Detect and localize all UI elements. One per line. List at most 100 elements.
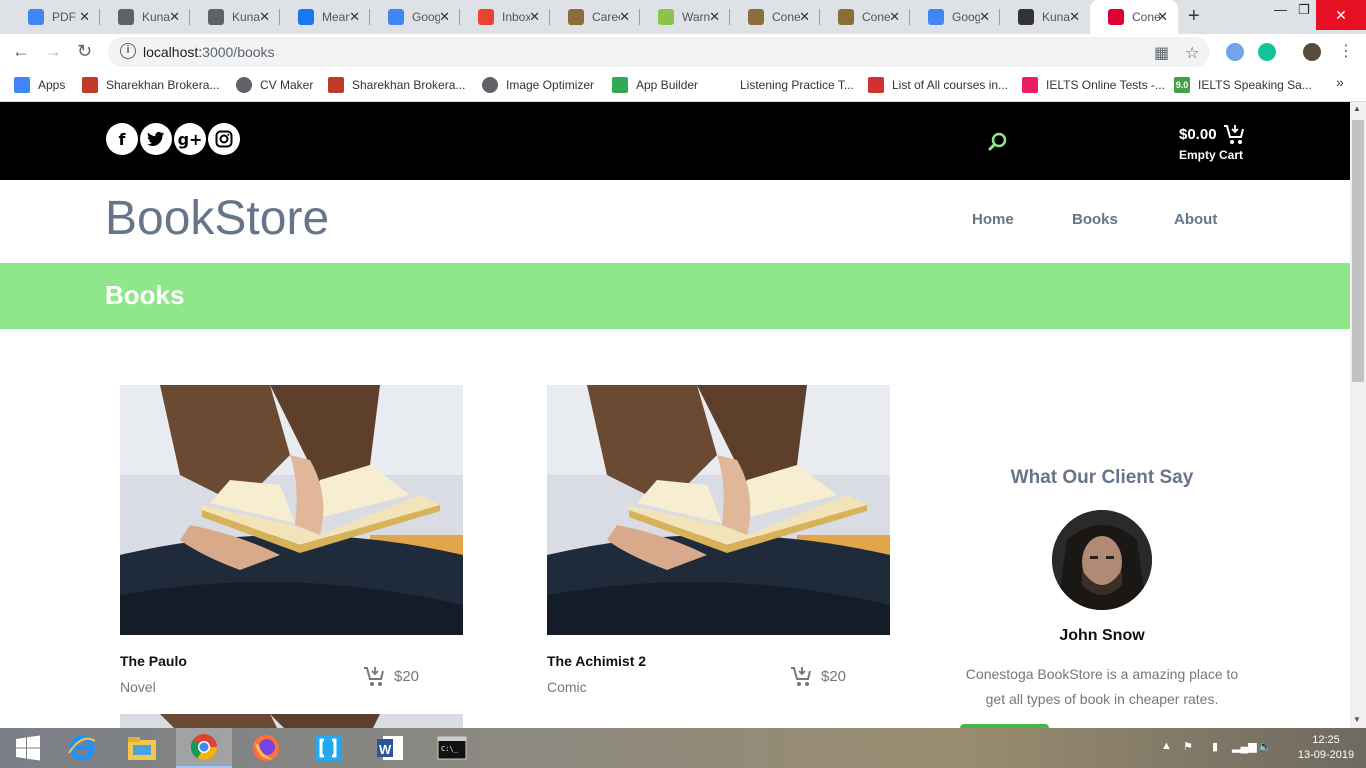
bookmark-item[interactable]: Listening Practice T... [716,77,854,93]
tab-close-icon[interactable]: ✕ [889,9,900,25]
profile-avatar[interactable] [1303,43,1321,61]
book-image[interactable] [547,385,890,635]
menu-dots-icon[interactable]: ⋮ [1338,41,1354,61]
bookmark-item[interactable]: App Builder [612,77,698,93]
twitter-icon[interactable] [140,123,172,155]
action-flag-icon[interactable]: ⚑ [1183,740,1193,753]
tab-close-icon[interactable]: ✕ [169,9,180,25]
cart-total: $0.00 [1179,126,1217,143]
back-icon[interactable]: ← [12,41,30,62]
google-plus-icon[interactable]: g+ [174,123,206,155]
bookmark-item[interactable]: Sharekhan Brokera... [82,77,219,93]
browser-tab[interactable]: Mean ✕ [280,0,370,34]
tab-close-icon[interactable]: ✕ [349,9,360,25]
forward-icon[interactable]: → [44,41,62,62]
system-clock[interactable]: 12:25 13-09-2019 [1296,733,1356,763]
tab-close-icon[interactable]: ✕ [259,9,270,25]
conestoga-icon [748,9,764,25]
battery-icon[interactable]: ▮ [1212,740,1218,753]
site-topbar: f g+ $0.00 Empty Cart [0,102,1350,180]
book-title[interactable]: The Paulo [120,653,187,669]
word-icon[interactable]: W [362,728,418,768]
book-card[interactable]: The Paulo Novel $20 [120,385,463,695]
tab-close-icon[interactable]: ✕ [799,9,810,25]
volume-muted-icon[interactable]: 🔈 [1258,740,1272,753]
nav-books[interactable]: Books [1072,211,1118,228]
internet-explorer-icon[interactable] [54,728,110,768]
firefox-icon[interactable] [238,728,294,768]
new-tab-button[interactable]: + [1188,5,1200,28]
facebook-icon[interactable]: f [106,123,138,155]
book-card[interactable]: The Achimist 2 Comic $20 [547,385,890,695]
book-title[interactable]: The Achimist 2 [547,653,646,669]
cart-icon[interactable] [1223,123,1245,150]
tab-title: Mean [322,10,350,24]
maximize-icon[interactable]: ❐ [1298,2,1310,18]
chrome-icon[interactable] [176,728,232,768]
bookmark-item[interactable]: Image Optimizer [482,77,594,93]
bookmark-label: List of All courses in... [892,78,1009,92]
browser-tab[interactable]: Cone ✕ [820,0,910,34]
url-text[interactable]: localhost:3000/books [143,44,275,60]
extension-icon[interactable] [1226,43,1244,61]
add-to-cart-icon[interactable] [790,665,812,687]
book-image[interactable] [120,385,463,635]
windows-start-icon[interactable] [0,728,56,768]
brackets-icon[interactable] [300,728,356,768]
browser-tab[interactable]: Cone ✕ [730,0,820,34]
browser-tab[interactable]: Goog ✕ [910,0,1000,34]
site-logo[interactable]: BookStore [105,191,329,246]
tab-close-icon[interactable]: ✕ [79,9,90,25]
window-close-icon[interactable]: ✕ [1316,0,1366,30]
bookmark-item[interactable]: 9.0 IELTS Speaking Sa... [1174,77,1312,93]
tab-close-icon[interactable]: ✕ [1157,9,1168,25]
browser-tab[interactable]: Cone ✕ [1090,0,1178,34]
book-price[interactable]: $20 [363,665,419,687]
browser-tab[interactable]: Warn ✕ [640,0,730,34]
tab-close-icon[interactable]: ✕ [979,9,990,25]
cmd-icon[interactable]: C:\_ [424,728,480,768]
browser-tab[interactable]: Inbox ✕ [460,0,550,34]
browser-tab[interactable]: Kuna ✕ [100,0,190,34]
scrollbar-thumb[interactable] [1352,120,1364,382]
info-icon[interactable]: i [120,43,136,59]
sharekhan-icon [82,77,98,93]
minimize-icon[interactable]: — [1274,2,1287,17]
search-icon[interactable] [988,132,1008,157]
bookmark-item[interactable]: CV Maker [236,77,313,93]
address-bar[interactable]: i localhost:3000/books ▦ ☆ [108,37,1210,67]
translate-icon[interactable]: ▦ [1154,43,1169,63]
browser-tab[interactable]: Kuna ✕ [1000,0,1090,34]
tab-close-icon[interactable]: ✕ [709,9,720,25]
browser-toolbar: ← → ↻ i localhost:3000/books ▦ ☆ ⋮ [0,34,1366,70]
bookmark-item[interactable]: Sharekhan Brokera... [328,77,465,93]
add-to-cart-icon[interactable] [363,665,385,687]
nav-home[interactable]: Home [972,211,1014,228]
bookmark-star-icon[interactable]: ☆ [1185,43,1199,63]
file-explorer-icon[interactable] [114,728,170,768]
book-image-partial[interactable] [120,714,463,728]
bookmark-item[interactable]: List of All courses in... [868,77,1008,93]
tab-close-icon[interactable]: ✕ [1069,9,1080,25]
browser-tab[interactable]: Caree✕ [550,0,640,34]
instagram-icon[interactable] [208,123,240,155]
browser-tab[interactable]: Goog ✕ [370,0,460,34]
reload-icon[interactable]: ↻ [77,41,92,62]
tab-close-icon[interactable]: ✕ [439,9,450,25]
browser-tab[interactable]: PDF ✕ [10,0,100,34]
tab-title: Kuna [1042,10,1070,24]
scroll-up-icon[interactable]: ▲ [1353,104,1361,113]
tray-chevron-icon[interactable]: ▲ [1161,740,1172,752]
bookmarks-more-icon[interactable]: » [1336,74,1344,90]
tab-close-icon[interactable]: ✕ [529,9,540,25]
book-price[interactable]: $20 [790,665,846,687]
scroll-down-icon[interactable]: ▼ [1353,715,1361,724]
nav-about[interactable]: About [1174,211,1217,228]
tab-close-icon[interactable]: ✕ [619,9,630,25]
grammarly-icon[interactable] [1258,43,1276,61]
bookmark-item[interactable]: Apps [14,77,65,93]
network-icon[interactable]: ▂▄▆ [1232,740,1257,753]
bookmark-item[interactable]: IELTS Online Tests -... [1022,77,1165,93]
bookmark-label: Sharekhan Brokera... [352,78,466,92]
browser-tab[interactable]: Kuna ✕ [190,0,280,34]
